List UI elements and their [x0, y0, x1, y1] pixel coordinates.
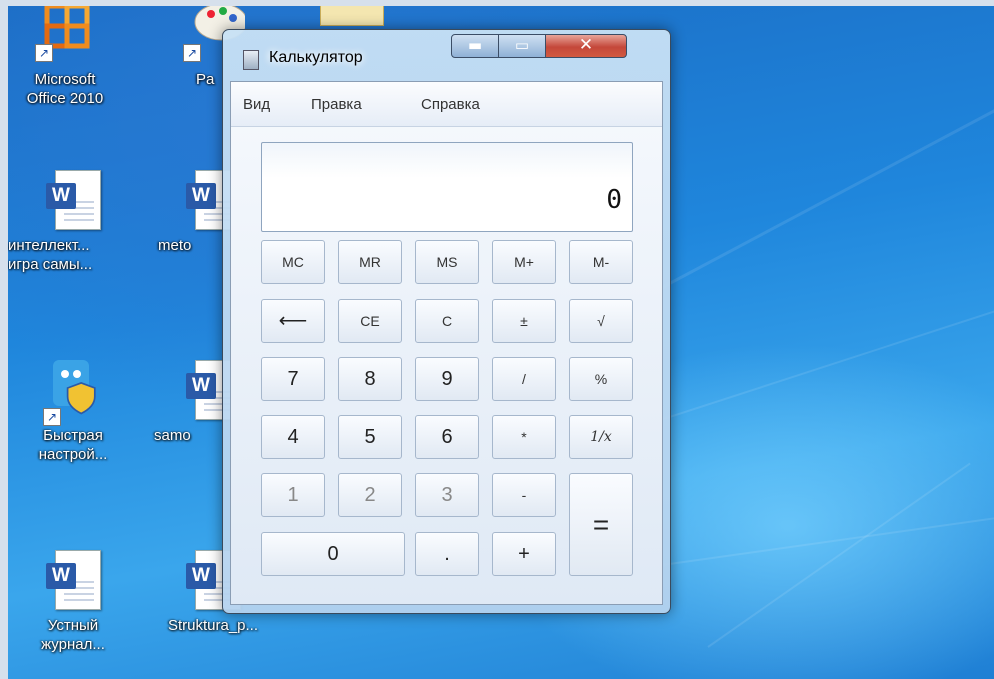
quick-setup-icon: ↗	[41, 356, 105, 426]
desktop-icon-label: Microsoft	[34, 71, 96, 88]
display-value: 0	[606, 185, 622, 215]
shortcut-arrow-icon: ↗	[183, 44, 201, 62]
key-equals[interactable]: =	[569, 473, 633, 576]
window-title: Калькулятор	[269, 49, 363, 66]
menu-view[interactable]: Вид	[243, 96, 270, 113]
desktop-icon-doc-1[interactable]: W интеллект... игра самы...	[8, 166, 138, 274]
close-button[interactable]: ✕	[545, 34, 627, 58]
desktop-icon-label: настрой...	[38, 446, 108, 463]
minimize-button[interactable]: ▬	[451, 34, 499, 58]
menu-edit[interactable]: Правка	[311, 96, 362, 113]
desktop-icon-doc-4[interactable]: W Устный журнал...	[8, 546, 138, 654]
key-decimal[interactable]: .	[415, 532, 479, 576]
key-m-minus[interactable]: M-	[569, 240, 633, 284]
shortcut-arrow-icon: ↗	[43, 408, 61, 426]
key-1[interactable]: 1	[261, 473, 325, 517]
title-bar[interactable]: Калькулятор ▬ ▭ ✕	[223, 30, 670, 80]
key-plus[interactable]: +	[492, 532, 556, 576]
key-m-plus[interactable]: M+	[492, 240, 556, 284]
shortcut-arrow-icon: ↗	[35, 44, 53, 62]
key-divide[interactable]: /	[492, 357, 556, 401]
menu-help[interactable]: Справка	[421, 96, 480, 113]
word-doc-icon: W	[41, 166, 105, 236]
key-3[interactable]: 3	[415, 473, 479, 517]
menu-bar: Вид Правка Справка	[231, 82, 662, 127]
maximize-button[interactable]: ▭	[498, 34, 546, 58]
key-6[interactable]: 6	[415, 415, 479, 459]
key-backspace[interactable]: ⟵	[261, 299, 325, 343]
key-percent[interactable]: %	[569, 357, 633, 401]
key-4[interactable]: 4	[261, 415, 325, 459]
key-2[interactable]: 2	[338, 473, 402, 517]
key-0[interactable]: 0	[261, 532, 405, 576]
key-8[interactable]: 8	[338, 357, 402, 401]
desktop-icon-quick-setup[interactable]: ↗ Быстрая настрой...	[8, 356, 138, 464]
desktop-icon-label: Struktura_p...	[167, 617, 259, 634]
desktop: ↗ Microsoft Office 2010 ↗ Pa W интеллект…	[8, 6, 994, 679]
key-sqrt[interactable]: √	[569, 299, 633, 343]
calculator-body: Вид Правка Справка 0 MC MR MS M+ M- ⟵ CE…	[230, 81, 663, 605]
desktop-icon-office[interactable]: ↗ Microsoft Office 2010	[8, 6, 130, 108]
key-7[interactable]: 7	[261, 357, 325, 401]
desktop-icon-label: Быстрая	[43, 427, 103, 444]
wallpaper-streak	[707, 462, 971, 648]
calculator-display: 0	[261, 142, 633, 232]
key-minus[interactable]: -	[492, 473, 556, 517]
desktop-icon-label: игра самы...	[8, 256, 93, 273]
key-multiply[interactable]: *	[492, 415, 556, 459]
desktop-icon-label: Office 2010	[26, 90, 104, 107]
desktop-icon-label: интеллект...	[8, 237, 90, 254]
key-9[interactable]: 9	[415, 357, 479, 401]
key-mc[interactable]: MC	[261, 240, 325, 284]
key-ce[interactable]: CE	[338, 299, 402, 343]
key-mr[interactable]: MR	[338, 240, 402, 284]
key-c[interactable]: C	[415, 299, 479, 343]
folder-icon[interactable]	[320, 6, 384, 26]
key-plus-minus[interactable]: ±	[492, 299, 556, 343]
wallpaper-streak	[647, 507, 994, 568]
desktop-icon-label: Устный	[47, 617, 99, 634]
calculator-app-icon	[243, 50, 259, 70]
office-icon: ↗	[33, 6, 97, 70]
desktop-icon-label: журнал...	[41, 636, 105, 653]
key-ms[interactable]: MS	[415, 240, 479, 284]
word-doc-icon: W	[41, 546, 105, 616]
key-5[interactable]: 5	[338, 415, 402, 459]
key-reciprocal[interactable]: 1/x	[569, 415, 633, 459]
calculator-window: Калькулятор ▬ ▭ ✕ Вид Правка Справка 0 M…	[222, 29, 671, 614]
